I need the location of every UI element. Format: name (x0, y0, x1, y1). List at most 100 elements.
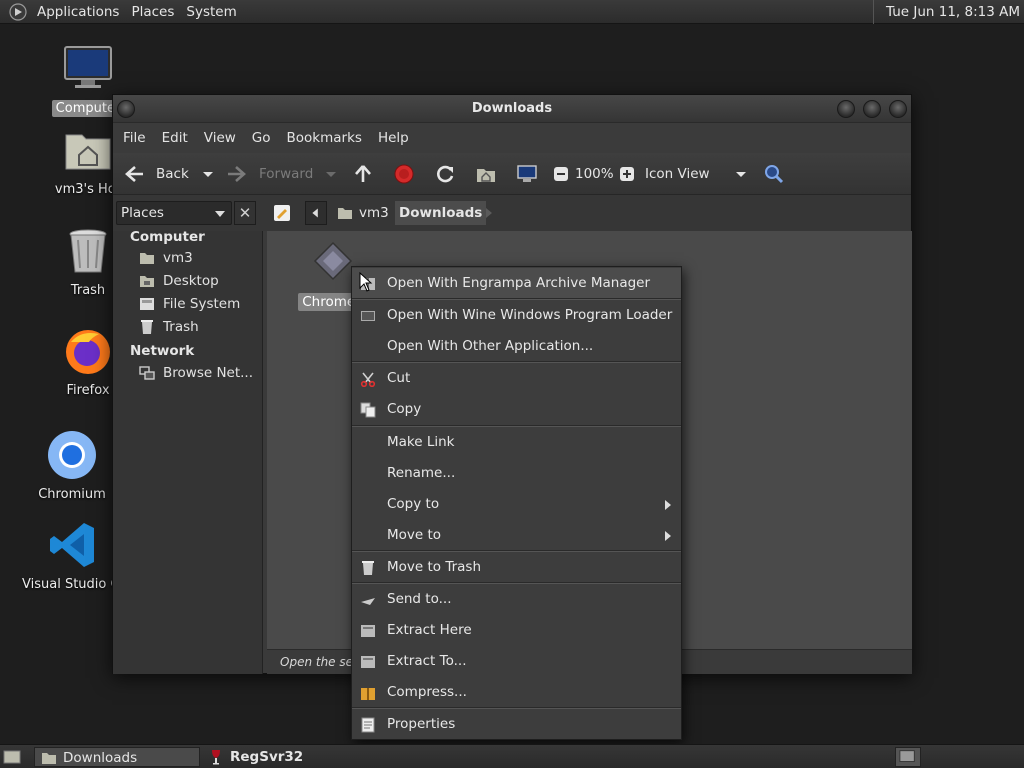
show-desktop-icon[interactable] (3, 748, 21, 766)
trash-icon (362, 561, 374, 575)
mate-logo-icon[interactable] (9, 2, 27, 21)
menubar: File Edit View Go Bookmarks Help (113, 123, 911, 153)
stop-icon[interactable] (393, 163, 415, 185)
menu-edit[interactable]: Edit (154, 130, 196, 146)
menu-item-cut[interactable]: Cut (352, 363, 681, 394)
menu-item-extract-to[interactable]: Extract To... (352, 646, 681, 677)
path-scroll-left-button[interactable] (305, 201, 327, 225)
firefox-icon (66, 330, 110, 374)
view-mode-select[interactable]: Icon View (645, 153, 710, 195)
menu-item-make-link[interactable]: Make Link (352, 427, 681, 458)
taskbar-item-label: Downloads (63, 750, 138, 766)
menu-item-copy[interactable]: Copy (352, 394, 681, 425)
path-crumb-downloads[interactable]: Downloads (395, 201, 487, 225)
menu-item-open-with-engrampa[interactable]: Open With Engrampa Archive Manager (352, 268, 681, 299)
menu-item-open-with-other[interactable]: Open With Other Application... (352, 331, 681, 362)
sidebar-item-file-system[interactable]: File System (139, 294, 240, 314)
compress-icon (361, 688, 375, 700)
reload-icon[interactable] (434, 163, 456, 185)
toolbar: Back Forward 100% Icon View (113, 153, 911, 195)
forward-history-dropdown-icon[interactable] (320, 163, 342, 185)
minimize-button[interactable] (837, 100, 855, 118)
close-button[interactable] (889, 100, 907, 118)
taskbar-item-regsvr32[interactable]: RegSvr32 (202, 747, 368, 767)
vscode-icon (50, 523, 94, 567)
package-file-icon (313, 241, 353, 281)
extract-icon (361, 656, 375, 668)
chevron-right-icon (665, 500, 671, 510)
computer-icon (64, 46, 112, 88)
location-bar: Places ✕ vm3 Downloads (113, 195, 911, 231)
sidebar-header-computer: Computer (130, 229, 205, 245)
forward-button[interactable]: Forward (259, 153, 313, 195)
search-icon[interactable] (763, 163, 785, 185)
workspace-switcher[interactable] (895, 747, 921, 767)
menu-go[interactable]: Go (244, 130, 279, 146)
workspace-window-icon (899, 750, 915, 762)
menu-help[interactable]: Help (370, 130, 417, 146)
view-mode-dropdown-icon[interactable] (730, 163, 752, 185)
wine-icon (361, 311, 375, 321)
path-crumb-vm3[interactable]: vm3 (335, 201, 389, 225)
sidebar-pane-select[interactable]: Places (116, 201, 232, 225)
folder-icon (42, 753, 56, 764)
sidebar-item-browse-network[interactable]: Browse Net... (139, 363, 253, 383)
network-icon (139, 366, 155, 380)
desktop-icon-label: Trash (70, 283, 106, 298)
home-folder-icon (65, 134, 111, 170)
menu-item-extract-here[interactable]: Extract Here (352, 615, 681, 646)
sidebar-item-label: vm3 (163, 250, 193, 266)
forward-arrow-icon[interactable] (226, 163, 248, 185)
menu-item-compress[interactable]: Compress... (352, 677, 681, 708)
menu-item-properties[interactable]: Properties (352, 709, 681, 740)
window-title: Downloads (471, 101, 553, 116)
bottom-panel: Downloads RegSvr32 (0, 744, 1024, 768)
home-folder-icon (338, 208, 352, 219)
sidebar-item-label: Desktop (163, 273, 219, 289)
menu-item-rename[interactable]: Rename... (352, 458, 681, 489)
clock[interactable]: Tue Jun 11, 8:13 AM (873, 0, 1020, 24)
back-button[interactable]: Back (156, 153, 189, 195)
zoom-level[interactable]: 100% (575, 153, 614, 195)
applications-menu[interactable]: Applications (33, 4, 127, 20)
zoom-out-icon[interactable] (550, 163, 572, 185)
close-sidebar-button[interactable]: ✕ (234, 201, 256, 225)
send-icon (361, 598, 375, 605)
sidebar-item-desktop[interactable]: Desktop (139, 271, 219, 291)
places-menu[interactable]: Places (127, 4, 182, 20)
menu-view[interactable]: View (196, 130, 244, 146)
menu-item-move-to-trash[interactable]: Move to Trash (352, 552, 681, 583)
sidebar-item-label: Trash (163, 319, 199, 335)
drive-icon (140, 298, 154, 310)
path-crumb-label: vm3 (359, 205, 389, 221)
chevron-right-icon (665, 531, 671, 541)
computer-icon[interactable] (516, 163, 538, 185)
menu-item-copy-to[interactable]: Copy to (352, 489, 681, 520)
titlebar[interactable]: Downloads (113, 95, 911, 123)
desktop-icon-label: Chromium (38, 487, 106, 502)
mouse-cursor-icon (359, 272, 373, 292)
menu-item-open-with-wine[interactable]: Open With Wine Windows Program Loader (352, 300, 681, 331)
path-scroll-right-icon[interactable] (479, 203, 499, 223)
trash-icon (69, 229, 107, 273)
system-menu[interactable]: System (182, 4, 244, 20)
menu-file[interactable]: File (115, 130, 154, 146)
wine-glass-icon (212, 750, 220, 765)
menu-item-send-to[interactable]: Send to... (352, 584, 681, 615)
context-menu: Open With Engrampa Archive Manager Open … (351, 266, 682, 740)
desktop-icon-chromium[interactable]: Chromium (17, 430, 127, 503)
taskbar-item-downloads[interactable]: Downloads (34, 747, 200, 767)
sidebar-item-vm3[interactable]: vm3 (139, 248, 193, 268)
back-arrow-icon[interactable] (123, 163, 145, 185)
back-history-dropdown-icon[interactable] (197, 163, 219, 185)
menu-item-move-to[interactable]: Move to (352, 520, 681, 551)
home-icon[interactable] (475, 163, 497, 185)
menu-bookmarks[interactable]: Bookmarks (279, 130, 370, 146)
sidebar-item-trash[interactable]: Trash (139, 317, 199, 337)
home-folder-icon (140, 253, 154, 264)
edit-location-icon[interactable] (271, 202, 293, 224)
copy-icon (360, 402, 376, 418)
up-arrow-icon[interactable] (352, 163, 374, 185)
zoom-in-icon[interactable] (616, 163, 638, 185)
maximize-button[interactable] (863, 100, 881, 118)
